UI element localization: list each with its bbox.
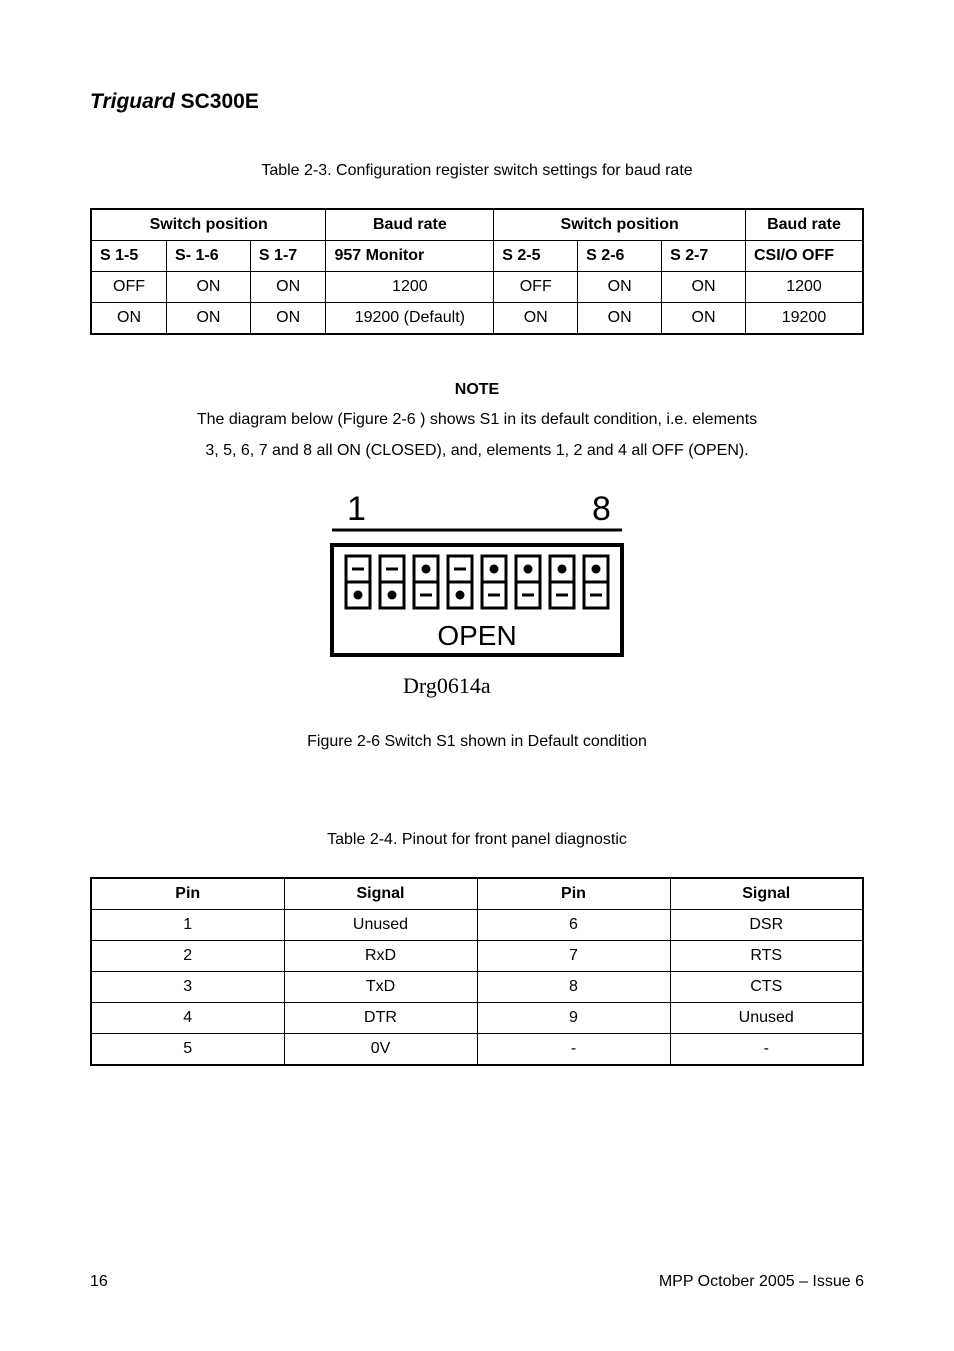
- figure-caption: Figure 2-6 Switch S1 shown in Default co…: [90, 733, 864, 751]
- title-bold: SC300E: [175, 90, 259, 113]
- t2-cell: 9: [477, 1003, 670, 1034]
- t1-cell: ON: [250, 303, 326, 335]
- t2-head: Pin: [477, 878, 670, 910]
- t2-head: Signal: [284, 878, 477, 910]
- t2-head: Pin: [91, 878, 284, 910]
- table-row: 3 TxD 8 CTS: [91, 972, 863, 1003]
- switch-diagram: 1 8 OPEN: [312, 490, 642, 660]
- table-row: OFF ON ON 1200 OFF ON ON 1200: [91, 272, 863, 303]
- t1-cell: 1200: [326, 272, 494, 303]
- t2-cell: -: [477, 1034, 670, 1066]
- t1-cell: ON: [167, 272, 251, 303]
- t2-cell: CTS: [670, 972, 863, 1003]
- table-row: 1 Unused 6 DSR: [91, 910, 863, 941]
- table-row: ON ON ON 19200 (Default) ON ON ON 19200: [91, 303, 863, 335]
- open-label: OPEN: [437, 620, 516, 651]
- table-row: 2 RxD 7 RTS: [91, 941, 863, 972]
- t2-cell: 5: [91, 1034, 284, 1066]
- t1-cell: ON: [578, 303, 662, 335]
- fig-num-right: 8: [592, 490, 611, 528]
- note-block: NOTE The diagram below (Figure 2-6 ) sho…: [90, 375, 864, 466]
- issue-text: MPP October 2005 – Issue 6: [659, 1273, 864, 1291]
- t1-cell: ON: [91, 303, 167, 335]
- t1-sub: S 2-7: [662, 241, 746, 272]
- page-footer: 16 MPP October 2005 – Issue 6: [90, 1273, 864, 1291]
- t2-cell: 2: [91, 941, 284, 972]
- t1-sub: S 1-5: [91, 241, 167, 272]
- t2-cell: 1: [91, 910, 284, 941]
- fig-num-left: 1: [347, 490, 366, 528]
- t1-head-sp2: Switch position: [494, 209, 746, 241]
- t2-cell: Unused: [670, 1003, 863, 1034]
- page-title: Triguard SC300E: [90, 90, 864, 114]
- pinout-table: Pin Signal Pin Signal 1 Unused 6 DSR 2 R…: [90, 877, 864, 1066]
- t1-head-sp1: Switch position: [91, 209, 326, 241]
- t1-head-br2: Baud rate: [745, 209, 863, 241]
- table2-caption: Table 2-4. Pinout for front panel diagno…: [90, 831, 864, 849]
- t1-cell: ON: [578, 272, 662, 303]
- t2-cell: RTS: [670, 941, 863, 972]
- drawing-number: Drg0614a: [403, 673, 864, 699]
- t1-head-br1: Baud rate: [326, 209, 494, 241]
- t1-cell: 19200: [745, 303, 863, 335]
- t1-cell: 19200 (Default): [326, 303, 494, 335]
- t2-cell: -: [670, 1034, 863, 1066]
- t1-cell: OFF: [494, 272, 578, 303]
- note-line: 3, 5, 6, 7 and 8 all ON (CLOSED), and, e…: [90, 436, 864, 466]
- note-label: NOTE: [90, 375, 864, 405]
- t1-cell: OFF: [91, 272, 167, 303]
- t2-cell: 4: [91, 1003, 284, 1034]
- t2-cell: 3: [91, 972, 284, 1003]
- table-row: 5 0V - -: [91, 1034, 863, 1066]
- baud-rate-table: Switch position Baud rate Switch positio…: [90, 208, 864, 335]
- note-line: The diagram below (Figure 2-6 ) shows S1…: [90, 405, 864, 435]
- t1-cell: ON: [494, 303, 578, 335]
- t2-cell: Unused: [284, 910, 477, 941]
- t2-cell: 7: [477, 941, 670, 972]
- t1-cell: ON: [167, 303, 251, 335]
- t2-cell: TxD: [284, 972, 477, 1003]
- t1-sub: S- 1-6: [167, 241, 251, 272]
- t1-sub: S 2-5: [494, 241, 578, 272]
- t1-cell: ON: [662, 303, 746, 335]
- t1-sub: S 1-7: [250, 241, 326, 272]
- t2-cell: 8: [477, 972, 670, 1003]
- t1-sub: S 2-6: [578, 241, 662, 272]
- t1-cell: ON: [250, 272, 326, 303]
- t2-cell: 0V: [284, 1034, 477, 1066]
- t2-cell: 6: [477, 910, 670, 941]
- t2-cell: RxD: [284, 941, 477, 972]
- table-row: 4 DTR 9 Unused: [91, 1003, 863, 1034]
- t1-sub: CSI/O OFF: [745, 241, 863, 272]
- t2-cell: DSR: [670, 910, 863, 941]
- t1-cell: ON: [662, 272, 746, 303]
- table1-caption: Table 2-3. Configuration register switch…: [90, 162, 864, 180]
- t1-cell: 1200: [745, 272, 863, 303]
- page-number: 16: [90, 1273, 108, 1291]
- title-italic: Triguard: [90, 90, 175, 113]
- t1-sub: 957 Monitor: [326, 241, 494, 272]
- t2-cell: DTR: [284, 1003, 477, 1034]
- t2-head: Signal: [670, 878, 863, 910]
